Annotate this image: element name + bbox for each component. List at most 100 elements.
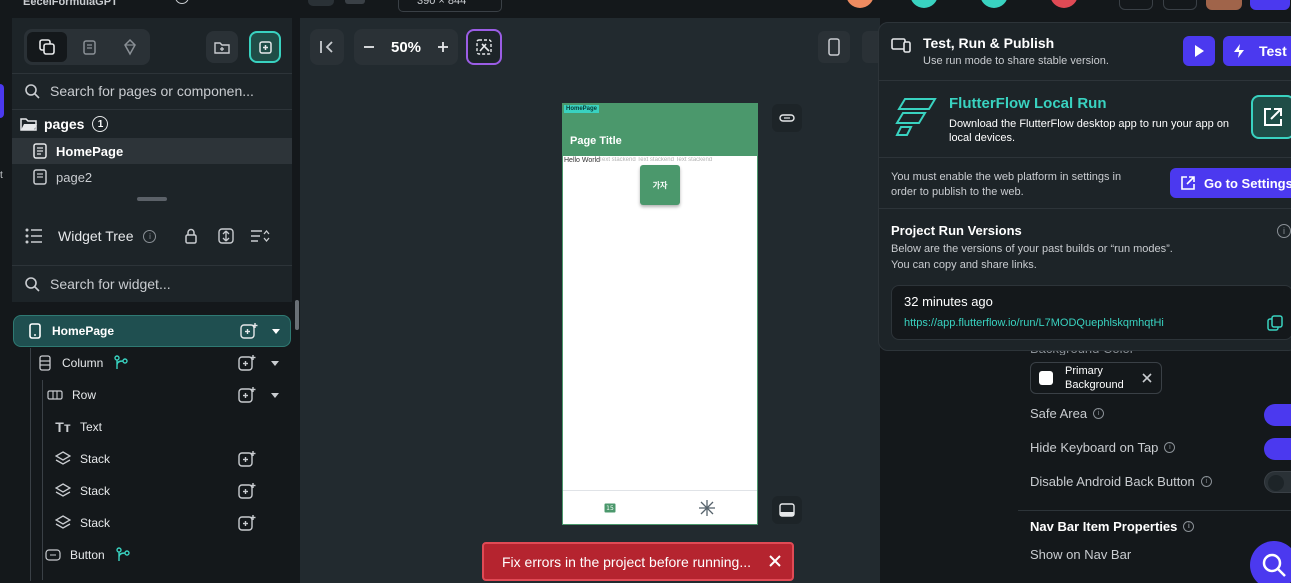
- add-folder-button[interactable]: [206, 31, 238, 63]
- add-page-button[interactable]: [249, 31, 281, 63]
- chevron-down-icon[interactable]: [271, 393, 279, 398]
- svg-text:15: 15: [606, 505, 614, 512]
- hide-keyboard-toggle[interactable]: [1264, 438, 1291, 460]
- add-child-icon[interactable]: [238, 354, 256, 372]
- chevron-down-icon[interactable]: [272, 329, 280, 334]
- widget-search-input[interactable]: Search for widget...: [12, 266, 292, 302]
- chevron-down-icon[interactable]: [271, 361, 279, 366]
- components-tab-button[interactable]: [110, 32, 150, 62]
- zoom-level[interactable]: 50%: [391, 39, 421, 56]
- copy-icon[interactable]: [1267, 315, 1283, 331]
- pages-layers-icon: [39, 39, 55, 55]
- page-item-page2[interactable]: page2: [12, 164, 292, 190]
- page-search-input[interactable]: Search for pages or componen...: [12, 73, 292, 109]
- collapse-panel-button[interactable]: [310, 29, 344, 65]
- close-icon[interactable]: [768, 554, 782, 568]
- nav-snowflake-icon[interactable]: [698, 499, 716, 517]
- run-button[interactable]: [1183, 36, 1215, 66]
- property-label: Safe Area: [1030, 406, 1088, 421]
- tree-node-column[interactable]: Column: [12, 347, 292, 379]
- add-child-icon[interactable]: [240, 322, 258, 340]
- add-child-icon[interactable]: [238, 514, 256, 532]
- tree-node-stack[interactable]: Stack: [12, 507, 292, 539]
- help-search-button[interactable]: [1250, 541, 1291, 583]
- tree-node-stack[interactable]: Stack: [12, 475, 292, 507]
- debug-mode-button[interactable]: [466, 29, 502, 65]
- info-icon[interactable]: i: [1277, 224, 1291, 238]
- branch-icon[interactable]: [113, 355, 129, 371]
- run-version-card[interactable]: 32 minutes ago https://app.flutterflow.i…: [891, 285, 1291, 340]
- web-publish-section: You must enable the web platform in sett…: [879, 158, 1291, 209]
- tree-scrollbar[interactable]: [295, 300, 299, 330]
- info-icon[interactable]: i: [1183, 521, 1195, 532]
- info-icon[interactable]: i: [1200, 476, 1212, 487]
- widget-tree-header: Widget Tree i: [12, 207, 292, 265]
- pages-tab-button[interactable]: [27, 32, 67, 62]
- tree-node-stack[interactable]: Stack: [12, 443, 292, 475]
- stack-texts[interactable]: Text stackend Text stackend Text stacken…: [599, 157, 712, 163]
- phone-outline-icon: [828, 38, 840, 56]
- test-button[interactable]: Test: [1223, 36, 1291, 66]
- canvas-tool-button[interactable]: [772, 104, 802, 132]
- pages-folder[interactable]: pages 1: [20, 116, 109, 132]
- page-item-homepage[interactable]: HomePage: [12, 138, 292, 164]
- nav-home-icon[interactable]: 15: [604, 503, 616, 513]
- run-menu-button[interactable]: [1250, 0, 1290, 10]
- page-title[interactable]: Page Title: [570, 135, 622, 147]
- nav-bar-tool-button[interactable]: [772, 496, 802, 524]
- safe-area-toggle[interactable]: [1264, 404, 1291, 426]
- background-color-picker[interactable]: Primary Background: [1030, 362, 1162, 394]
- nav-bar-section-header[interactable]: Nav Bar Item Properties i: [1018, 510, 1291, 542]
- popup-title: Test, Run & Publish: [923, 35, 1055, 51]
- tree-node-text[interactable]: Tт Text: [12, 411, 292, 443]
- go-button[interactable]: 가자: [640, 165, 680, 205]
- navbar-icon: [779, 503, 795, 517]
- tree-node-row[interactable]: Row: [12, 379, 292, 411]
- hello-text[interactable]: Hello World: [564, 157, 600, 164]
- tree-list-icon: [25, 228, 42, 244]
- tree-node-label: HomePage: [52, 324, 115, 338]
- version-link[interactable]: https://app.flutterflow.io/run/L7MODQuep…: [904, 317, 1164, 329]
- zoom-in-icon[interactable]: [436, 40, 450, 54]
- widget-search-placeholder: Search for widget...: [50, 276, 171, 292]
- panel-resize-handle[interactable]: [137, 197, 167, 201]
- add-child-icon[interactable]: [238, 450, 256, 468]
- toggle-bar-icon: [779, 114, 795, 122]
- device-size-display[interactable]: 390 × 844: [398, 0, 502, 12]
- tablet-icon[interactable]: [345, 0, 365, 4]
- tree-node-homepage[interactable]: HomePage: [13, 315, 291, 347]
- folder-add-icon: [214, 42, 230, 54]
- tree-node-label: Column: [62, 356, 104, 370]
- versions-description-2: You can copy and share links.: [891, 259, 1037, 271]
- tree-node-label: Button: [70, 548, 105, 562]
- device-toggle-button[interactable]: [308, 0, 334, 6]
- row-icon: [46, 386, 64, 404]
- lock-icon: [185, 228, 198, 244]
- branch-icon[interactable]: [115, 547, 131, 563]
- go-to-settings-button[interactable]: Go to Settings: [1170, 168, 1291, 198]
- local-run-section: FlutterFlow Local Run Download the Flutt…: [879, 81, 1291, 158]
- add-child-icon[interactable]: [238, 482, 256, 500]
- info-icon[interactable]: i: [143, 229, 157, 243]
- open-local-run-button[interactable]: [1251, 95, 1291, 139]
- zoom-out-icon[interactable]: [362, 40, 376, 54]
- disable-back-toggle[interactable]: [1264, 471, 1291, 493]
- user-avatar[interactable]: [1206, 0, 1242, 10]
- preview-button[interactable]: [1163, 0, 1197, 10]
- text-icon: Tт: [55, 419, 71, 435]
- tree-node-button[interactable]: Button: [12, 539, 292, 571]
- page-item-label: page2: [56, 169, 93, 185]
- device-preview-button[interactable]: [818, 31, 850, 63]
- info-icon[interactable]: i: [1164, 442, 1176, 453]
- storyboard-tab-button[interactable]: [69, 32, 109, 62]
- tree-node-label: Row: [72, 388, 97, 402]
- versions-title: Project Run Versions: [891, 223, 1022, 238]
- add-child-icon[interactable]: [238, 386, 256, 404]
- page-icon: [33, 143, 47, 159]
- color-swatch: [1039, 371, 1053, 385]
- clear-icon[interactable]: [1141, 372, 1153, 384]
- info-icon[interactable]: i: [1093, 408, 1105, 419]
- disable-back-label: Disable Android Back Button i: [1030, 474, 1212, 489]
- share-button[interactable]: [1119, 0, 1153, 10]
- popup-subtitle: Use run mode to share stable version.: [923, 55, 1109, 67]
